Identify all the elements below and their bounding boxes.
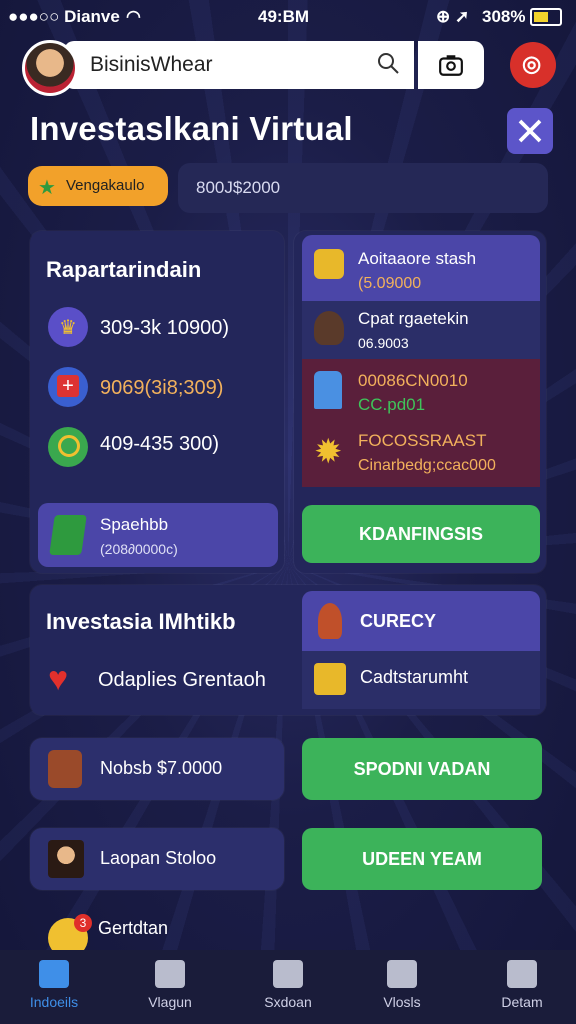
glass-icon bbox=[314, 371, 342, 409]
nav-item-vlagun-label: Vlagun bbox=[148, 994, 192, 1010]
asset-item-2-sub: 06.9003 bbox=[358, 335, 409, 351]
invest-panel: Investasia IMhtikb ♥ Odaplies Grentaoh C… bbox=[30, 585, 546, 715]
invest-row-text: Odaplies Grentaoh bbox=[98, 669, 266, 691]
asset-item-1[interactable]: Aoitaaore stash (5.09000 bbox=[302, 235, 540, 301]
nav-item-vlosls-label: Vlosls bbox=[383, 994, 421, 1010]
row-b-label: Laopan Stoloo bbox=[100, 848, 217, 868]
page-title: Investaslkani Virtual bbox=[30, 110, 353, 147]
nav-item-vlosls[interactable]: Vlosls bbox=[362, 960, 442, 1010]
person-icon bbox=[48, 840, 84, 878]
report-card-sub: (208∂0000c) bbox=[100, 541, 178, 557]
diamond-icon bbox=[155, 960, 185, 988]
camera-icon bbox=[439, 55, 463, 76]
coin-icon: ◎ bbox=[522, 51, 542, 76]
report-card-title: Spaehbb bbox=[100, 515, 169, 534]
assets-panel: Aoitaaore stash (5.09000 Cpat rgaetekin … bbox=[294, 231, 546, 573]
notification-badge: 3 bbox=[74, 914, 92, 932]
person-badge-icon bbox=[387, 960, 417, 988]
heart-icon: ♥ bbox=[48, 660, 69, 698]
battery-icon bbox=[530, 8, 562, 26]
invest-item-cadt-label: Cadtstarumht bbox=[360, 667, 469, 687]
value-field[interactable]: 800J$2000 bbox=[178, 163, 548, 213]
asset-item-1-sub: (5.09000 bbox=[358, 275, 422, 292]
row-b-card[interactable]: Laopan Stoloo bbox=[30, 828, 284, 890]
camera-button[interactable] bbox=[418, 41, 484, 89]
trophy-icon: ♛ bbox=[48, 307, 88, 347]
nav-item-home-label: Indoeils bbox=[29, 994, 79, 1010]
search-icon[interactable] bbox=[376, 51, 400, 75]
asset-item-4-sub: Cinarbedg;ccac000 bbox=[358, 457, 496, 474]
house-icon bbox=[273, 960, 303, 988]
report-row-3: 409-435 300) bbox=[100, 433, 219, 455]
row-c-label[interactable]: Gertdtan bbox=[98, 918, 168, 939]
nav-item-sxdoan[interactable]: Sxdoan bbox=[248, 960, 328, 1010]
gear-icon: ✹ bbox=[314, 433, 343, 471]
asset-item-1-title: Aoitaaore stash bbox=[358, 249, 477, 268]
nav-item-vlagun[interactable]: Vlagun bbox=[130, 960, 210, 1010]
invest-item-currency[interactable]: CURECY bbox=[302, 591, 540, 651]
plus-icon: + bbox=[48, 367, 88, 407]
asset-item-2[interactable]: Cpat rgaetekin 06.9003 bbox=[302, 301, 540, 359]
report-panel: Rapartarindain ♛ 309-3k 10900) + 9069(3i… bbox=[30, 231, 284, 573]
nav-item-home[interactable]: Indoeils bbox=[14, 960, 94, 1010]
search-input[interactable]: BisinisWhear bbox=[64, 41, 414, 89]
nav-item-detam-label: Detam bbox=[501, 994, 543, 1010]
list-icon bbox=[507, 960, 537, 988]
close-icon bbox=[518, 119, 542, 143]
avatar[interactable] bbox=[22, 40, 78, 96]
asset-item-2-title: Cpat rgaetekin bbox=[358, 309, 469, 328]
money-icon bbox=[314, 249, 344, 279]
location-icon: ⊕ ➚ bbox=[436, 7, 470, 26]
profile-menu-button[interactable]: ◎ bbox=[510, 42, 556, 88]
asset-item-3-title: 00086CN0010 bbox=[358, 371, 468, 390]
row-a-label: Nobsb $7.0000 bbox=[100, 758, 223, 778]
search-value: BisinisWhear bbox=[90, 53, 213, 76]
asset-item-3[interactable]: 00086CN0010 CC.pd01 bbox=[302, 359, 540, 421]
magnifier-icon bbox=[48, 427, 88, 467]
filter-pill-label: Vengakaulo bbox=[66, 177, 145, 194]
report-panel-title: Rapartarindain bbox=[46, 257, 202, 282]
report-card[interactable]: Spaehbb (208∂0000c) bbox=[38, 503, 278, 567]
person-icon bbox=[318, 603, 342, 639]
row-a-button[interactable]: SPODNI VADAN bbox=[302, 738, 542, 800]
time-text: 49:BM bbox=[258, 7, 310, 26]
report-row-2: 9069(3i8;309) bbox=[100, 377, 224, 399]
person-icon bbox=[48, 750, 82, 788]
report-row-1: 309-3k 10900) bbox=[100, 317, 229, 339]
value-field-text: 800J$2000 bbox=[196, 178, 281, 197]
asset-item-4[interactable]: ✹ FOCOSSRAAST Cinarbedg;ccac000 bbox=[302, 421, 540, 487]
bottom-nav: Indoeils Vlagun Sxdoan Vlosls Detam bbox=[0, 950, 576, 1024]
invest-panel-title: Investasia IMhtikb bbox=[46, 609, 236, 634]
battery-text: 308% bbox=[482, 7, 526, 26]
status-bar: ●●●○○ Dianve ◠ 49:BM ⊕ ➚ 308% bbox=[0, 0, 576, 34]
row-a-card[interactable]: Nobsb $7.0000 bbox=[30, 738, 284, 800]
assets-action-button[interactable]: KDANFINGSIS bbox=[302, 505, 540, 563]
wifi-icon: ◠ bbox=[126, 7, 141, 26]
asset-item-3-sub: CC.pd01 bbox=[358, 395, 426, 414]
filter-pill[interactable]: ★ Vengakaulo bbox=[28, 166, 168, 206]
invest-item-currency-label: CURECY bbox=[360, 611, 437, 631]
nav-item-detam[interactable]: Detam bbox=[482, 960, 562, 1010]
person-icon bbox=[314, 311, 344, 345]
asset-item-4-title: FOCOSSRAAST bbox=[358, 431, 487, 450]
invest-item-cadt[interactable]: Cadtstarumht bbox=[302, 651, 540, 709]
close-button[interactable] bbox=[507, 108, 553, 154]
nav-item-sxdoan-label: Sxdoan bbox=[264, 994, 312, 1010]
home-icon bbox=[39, 960, 69, 988]
cash-register-icon bbox=[314, 663, 346, 695]
chart-icon bbox=[49, 515, 87, 555]
row-b-button[interactable]: UDEEN YEAM bbox=[302, 828, 542, 890]
star-icon: ★ bbox=[38, 177, 56, 199]
carrier-text: ●●●○○ Dianve bbox=[8, 7, 120, 26]
